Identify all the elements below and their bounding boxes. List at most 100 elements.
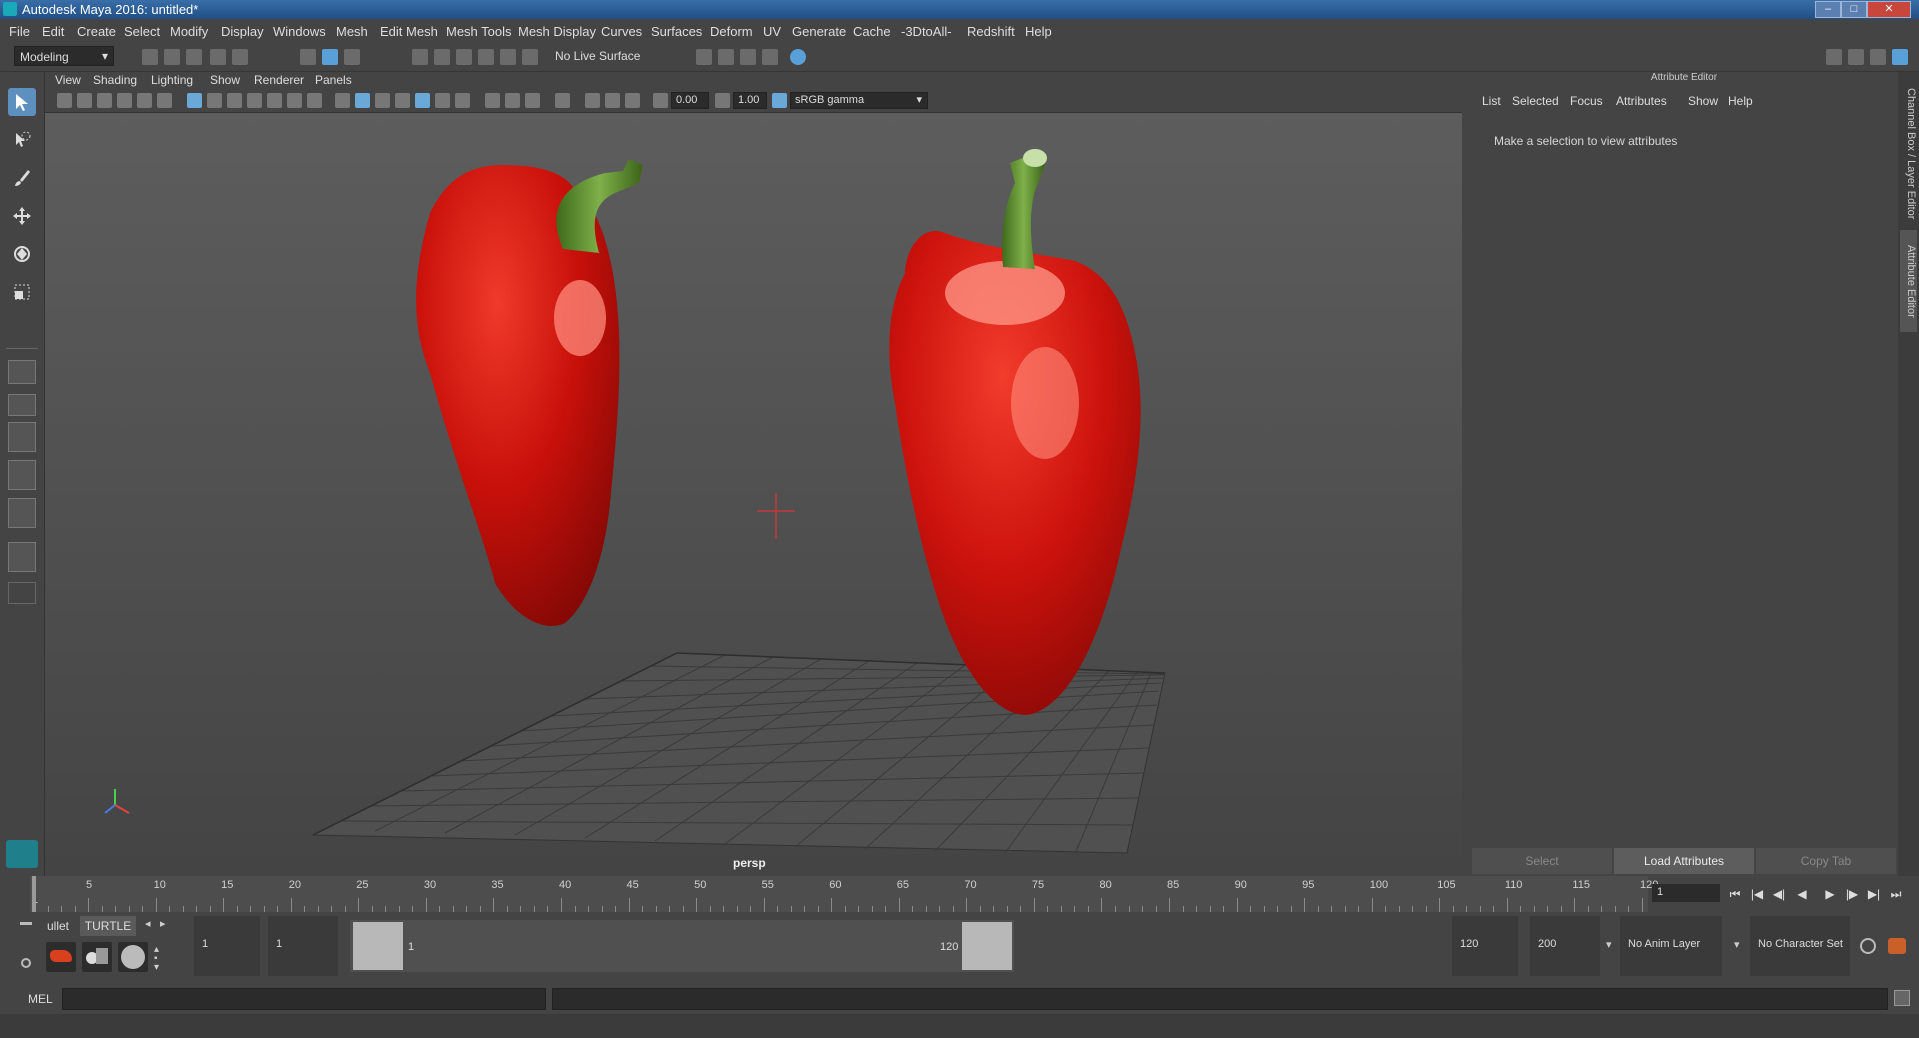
live-surface-field[interactable]: No Live Surface xyxy=(550,46,658,66)
safe-action-icon[interactable] xyxy=(287,93,302,108)
attr-menu-focus[interactable]: Focus xyxy=(1570,94,1603,108)
step-forward-key-button[interactable]: ▶| xyxy=(1867,887,1881,901)
menu-cache[interactable]: Cache xyxy=(853,24,891,39)
menu-deform[interactable]: Deform xyxy=(710,24,753,39)
viewport-menu-lighting[interactable]: Lighting xyxy=(151,73,193,87)
current-frame-field[interactable]: 1 xyxy=(1652,884,1720,902)
turtle-render-icon[interactable] xyxy=(46,942,76,972)
render-frame-icon[interactable] xyxy=(740,49,756,65)
copy-tab-button[interactable]: Copy Tab xyxy=(1756,848,1896,874)
attribute-editor-tab[interactable]: Attribute Editor xyxy=(1900,230,1917,332)
snap-live-icon[interactable] xyxy=(500,49,516,65)
shadows-icon[interactable] xyxy=(455,93,470,108)
anim-end-field[interactable]: 120 xyxy=(1452,916,1518,976)
shelf-tab-bullet[interactable]: ullet xyxy=(40,916,76,936)
wireframe-icon[interactable] xyxy=(335,93,350,108)
menu-uv[interactable]: UV xyxy=(763,24,781,39)
range-start-handle[interactable] xyxy=(353,922,403,970)
camera-attributes-icon[interactable] xyxy=(77,93,92,108)
menu-mesh-display[interactable]: Mesh Display xyxy=(518,24,596,39)
persp-outliner-layout-button[interactable] xyxy=(8,422,36,452)
workspace-icon[interactable] xyxy=(1826,49,1842,65)
time-ruler[interactable]: 1510152025303540455055606570758085909510… xyxy=(30,876,1658,912)
end-time-field[interactable]: 200 xyxy=(1530,916,1600,976)
move-tool[interactable] xyxy=(8,202,36,230)
menu-mesh-tools[interactable]: Mesh Tools xyxy=(446,24,512,39)
play-forwards-button[interactable]: ▶ xyxy=(1823,887,1837,901)
menu-windows[interactable]: Windows xyxy=(273,24,326,39)
gamma-field[interactable]: 1.00 xyxy=(733,92,767,109)
menu-generate[interactable]: Generate xyxy=(792,24,846,39)
menu-mesh[interactable]: Mesh xyxy=(336,24,368,39)
step-back-frame-button[interactable]: ◀| xyxy=(1772,887,1786,901)
scale-tool[interactable] xyxy=(8,278,36,306)
xray-components-icon[interactable] xyxy=(625,93,640,108)
camera-icon[interactable] xyxy=(57,93,72,108)
maximize-button[interactable]: □ xyxy=(1841,1,1867,18)
turtle-bake-icon[interactable] xyxy=(82,942,112,972)
field-chart-icon[interactable] xyxy=(267,93,282,108)
redo-icon[interactable] xyxy=(232,49,248,65)
viewport-menu-view[interactable]: View xyxy=(55,73,81,87)
script-language-label[interactable]: MEL xyxy=(28,992,53,1006)
open-scene-icon[interactable] xyxy=(164,49,180,65)
attr-menu-show[interactable]: Show xyxy=(1688,94,1718,108)
safe-title-icon[interactable] xyxy=(307,93,322,108)
play-backwards-button[interactable]: ◀ xyxy=(1795,887,1809,901)
step-forward-frame-button[interactable]: |▶ xyxy=(1845,887,1859,901)
go-to-end-button[interactable]: ⏭ xyxy=(1889,887,1903,901)
shelf-scroll-left-icon[interactable]: ◂ xyxy=(145,917,151,930)
resolution-gate-icon[interactable] xyxy=(227,93,242,108)
ipr-render-icon[interactable] xyxy=(762,49,778,65)
xray-joints-icon[interactable] xyxy=(605,93,620,108)
menu-file[interactable]: File xyxy=(9,24,30,39)
menu-edit-mesh[interactable]: Edit Mesh xyxy=(380,24,438,39)
grease-pencil-icon[interactable] xyxy=(157,93,172,108)
anti-aliasing-icon[interactable] xyxy=(525,93,540,108)
2d-pan-zoom-icon[interactable] xyxy=(137,93,152,108)
persp-graph-layout-button[interactable] xyxy=(8,460,36,490)
menu-edit[interactable]: Edit xyxy=(42,24,64,39)
lasso-tool[interactable] xyxy=(8,126,36,154)
attr-menu-selected[interactable]: Selected xyxy=(1512,94,1559,108)
select-hierarchy-icon[interactable] xyxy=(300,49,316,65)
wireframe-on-shaded-icon[interactable] xyxy=(395,93,410,108)
channel-box-layer-editor-tab[interactable]: Channel Box / Layer Editor xyxy=(1900,78,1917,230)
time-slider[interactable]: 1510152025303540455055606570758085909510… xyxy=(0,876,1919,912)
gate-mask-icon[interactable] xyxy=(247,93,262,108)
snap-edge-icon[interactable] xyxy=(522,49,538,65)
anim-layer-dropdown[interactable]: No Anim Layer xyxy=(1620,916,1722,976)
step-back-key-button[interactable]: |◀ xyxy=(1750,887,1764,901)
save-scene-icon[interactable] xyxy=(186,49,202,65)
render-view-icon[interactable] xyxy=(718,49,734,65)
screen-space-ao-icon[interactable] xyxy=(485,93,500,108)
color-space-dropdown[interactable]: sRGB gamma ▾ xyxy=(790,92,928,109)
attr-menu-help[interactable]: Help xyxy=(1728,94,1753,108)
paint-select-tool[interactable] xyxy=(8,164,36,192)
smooth-shade-icon[interactable] xyxy=(355,93,370,108)
viewport-menu-renderer[interactable]: Renderer xyxy=(254,73,304,87)
animation-preferences-icon[interactable] xyxy=(1888,938,1906,954)
attr-menu-attributes[interactable]: Attributes xyxy=(1616,94,1667,108)
tool-settings-icon[interactable] xyxy=(1870,49,1886,65)
exposure-field[interactable]: 0.00 xyxy=(671,92,709,109)
menu-redshift[interactable]: Redshift xyxy=(967,24,1015,39)
isolate-select-icon[interactable] xyxy=(555,93,570,108)
undo-icon[interactable] xyxy=(210,49,226,65)
command-input[interactable] xyxy=(62,988,546,1010)
snap-view-plane-icon[interactable] xyxy=(478,49,494,65)
auto-key-icon[interactable] xyxy=(1860,938,1876,954)
range-end-handle[interactable] xyxy=(962,922,1012,970)
new-scene-icon[interactable] xyxy=(142,49,158,65)
xray-icon[interactable] xyxy=(585,93,600,108)
persp-uv-layout-button[interactable] xyxy=(8,498,36,528)
render-globe-icon[interactable] xyxy=(790,49,806,65)
shelf-settings-icon[interactable] xyxy=(21,958,31,968)
bookmark-icon[interactable] xyxy=(97,93,112,108)
four-view-layout-button[interactable] xyxy=(8,394,36,416)
menu-display[interactable]: Display xyxy=(221,24,264,39)
menu-curves[interactable]: Curves xyxy=(601,24,642,39)
film-gate-icon[interactable] xyxy=(207,93,222,108)
viewport-menu-panels[interactable]: Panels xyxy=(315,73,352,87)
chevron-down-icon[interactable]: ▾ xyxy=(1734,938,1740,951)
